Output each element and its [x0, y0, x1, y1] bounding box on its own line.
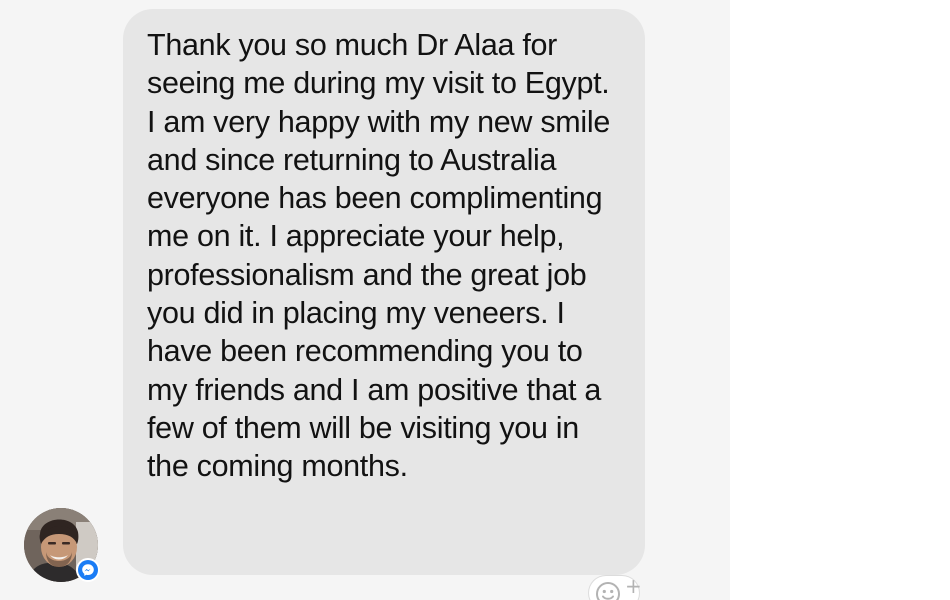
- smiley-face-icon: [596, 582, 620, 600]
- reaction-plus-label: +: [625, 574, 642, 598]
- chat-panel: Thank you so much Dr Alaa for seeing me …: [0, 0, 730, 600]
- message-bubble[interactable]: Thank you so much Dr Alaa for seeing me …: [123, 9, 645, 575]
- message-text: Thank you so much Dr Alaa for seeing me …: [147, 28, 610, 484]
- messenger-icon: [78, 560, 98, 580]
- add-reaction-button[interactable]: +: [589, 574, 642, 600]
- messenger-badge: [76, 558, 100, 582]
